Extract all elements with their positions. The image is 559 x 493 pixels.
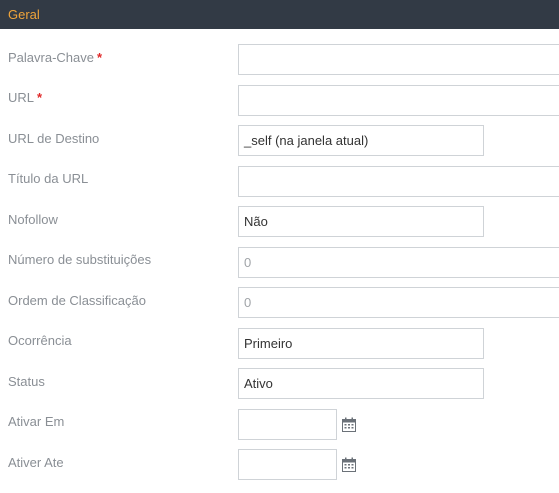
required-mark: * [37, 90, 43, 105]
url-title-label: Título da URL [8, 171, 89, 186]
keyword-input[interactable] [238, 44, 559, 75]
section-header: Geral [0, 0, 559, 29]
active-to-label: Ativer Ate [8, 455, 64, 470]
status-label: Status [8, 374, 45, 389]
url-title-input[interactable] [238, 166, 559, 197]
sort-order-input[interactable]: 0 [238, 287, 559, 318]
target-select[interactable]: _self (na janela atual) [238, 125, 484, 156]
keyword-label-text: Palavra-Chave [8, 50, 94, 65]
calendar-icon[interactable] [341, 417, 357, 433]
form-page: Geral Palavra-Chave * URL * URL de Destino… [0, 0, 559, 493]
active-from-input[interactable] [238, 409, 337, 440]
url-label: URL * [8, 90, 42, 106]
active-from-label: Ativar Em [8, 414, 65, 429]
section-title: Geral [8, 7, 40, 22]
status-select[interactable]: Ativo [238, 368, 484, 399]
calendar-icon[interactable] [341, 457, 357, 473]
replacements-label: Número de substituições [8, 252, 152, 267]
nofollow-select[interactable]: Não [238, 206, 484, 237]
required-mark: * [97, 50, 103, 65]
keyword-label: Palavra-Chave * [8, 50, 102, 66]
active-to-input[interactable] [238, 449, 337, 480]
replacements-input[interactable]: 0 [238, 247, 559, 278]
occurrence-label: Ocorrência [8, 333, 72, 348]
occurrence-select[interactable]: Primeiro [238, 328, 484, 359]
url-label-text: URL [8, 90, 35, 105]
url-input[interactable] [238, 85, 559, 116]
sort-order-label: Ordem de Classificação [8, 293, 146, 308]
target-label: URL de Destino [8, 131, 100, 146]
nofollow-label: Nofollow [8, 212, 58, 227]
